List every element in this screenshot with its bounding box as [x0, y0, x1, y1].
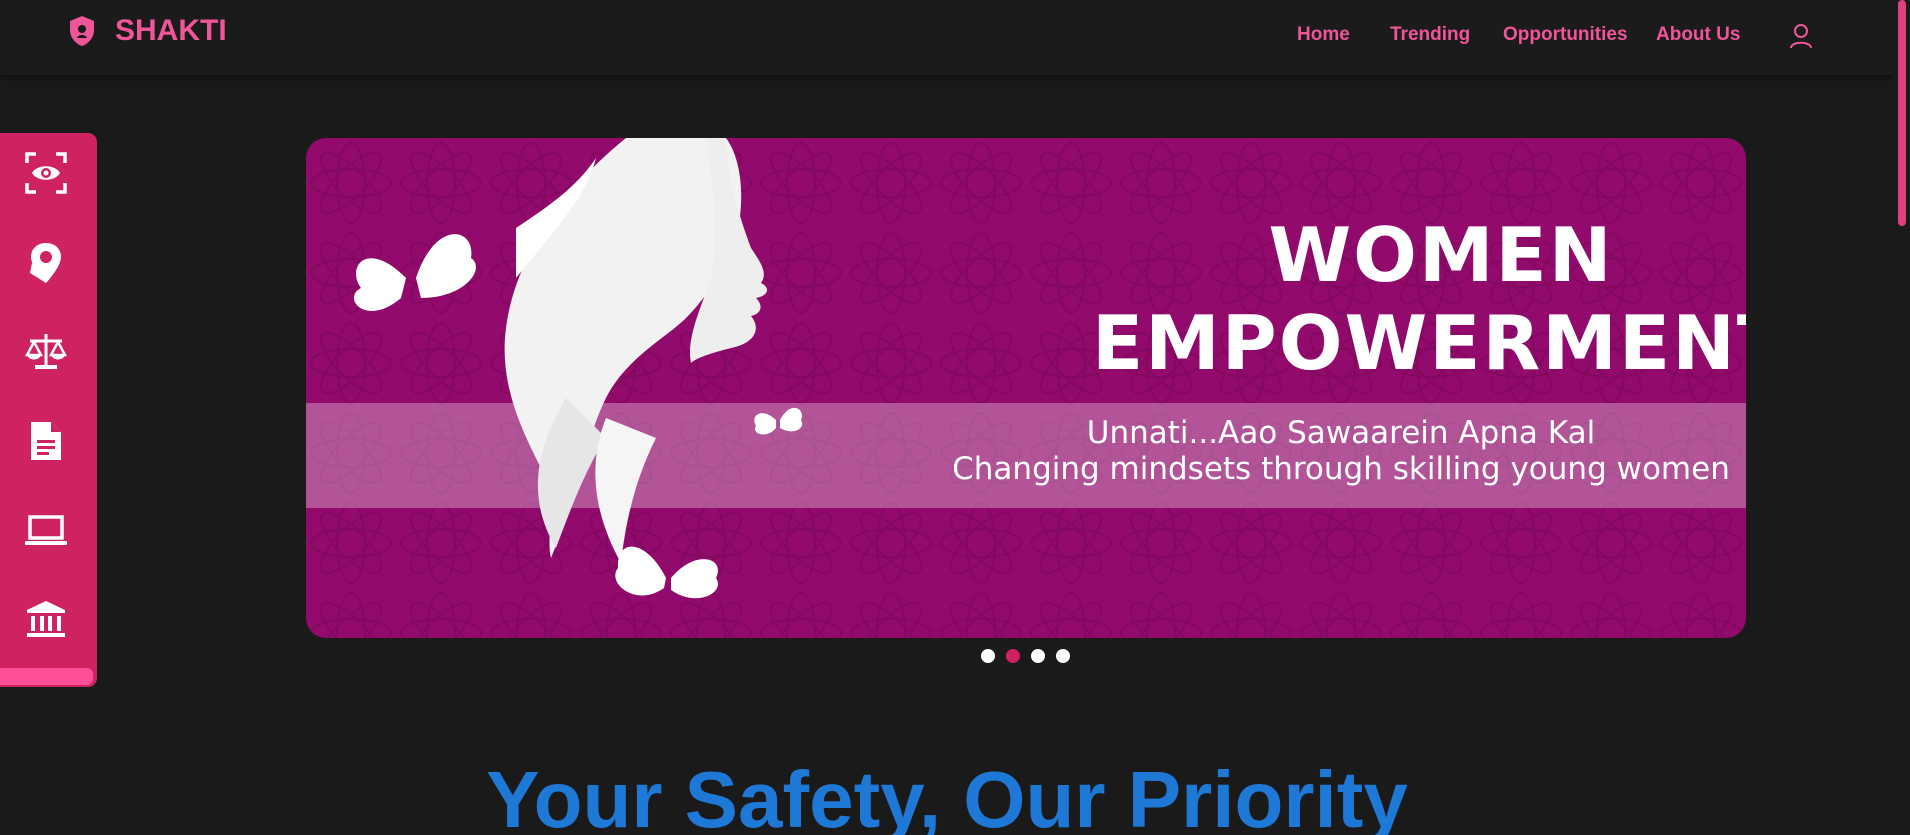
hero-subtitle-line2: Changing mindsets through skilling young… — [952, 451, 1730, 487]
section-heading: Your Safety, Our Priority — [486, 755, 1408, 835]
carousel-dot-1[interactable] — [981, 649, 995, 663]
hero-title-line2: EMPOWERMENT — [1091, 299, 1746, 387]
shield-icon — [70, 16, 94, 46]
scrollbar-thumb[interactable] — [1898, 0, 1906, 226]
scales-icon — [25, 334, 67, 369]
sidebar-item-institution[interactable] — [22, 595, 70, 643]
hero-banner: WOMEN EMPOWERMENT Unnati...Aao Sawaarein… — [306, 138, 1746, 638]
sidebar-footer-bar — [0, 668, 93, 685]
brand[interactable]: SHAKTI — [68, 14, 227, 48]
carousel-dot-4[interactable] — [1056, 649, 1070, 663]
sidebar-item-document[interactable] — [22, 417, 70, 465]
laptop-icon — [25, 515, 67, 545]
nav-trending[interactable]: Trending — [1390, 24, 1470, 46]
carousel-dot-3[interactable] — [1031, 649, 1045, 663]
butterfly-left — [353, 234, 476, 311]
butterfly-bottom — [615, 546, 718, 599]
nav-home[interactable]: Home — [1297, 24, 1350, 46]
institution-icon — [27, 601, 65, 637]
document-icon — [31, 422, 61, 460]
user-icon[interactable] — [1789, 23, 1813, 49]
brand-name: SHAKTI — [115, 14, 227, 47]
sidebar-item-laptop[interactable] — [22, 507, 70, 555]
sidebar-item-location[interactable] — [22, 239, 70, 287]
location-pin-icon — [30, 243, 61, 283]
page-scrollbar[interactable] — [1894, 0, 1910, 835]
nav-about-us[interactable]: About Us — [1656, 24, 1740, 46]
nav-opportunities[interactable]: Opportunities — [1503, 24, 1628, 46]
eye-scan-icon — [25, 152, 67, 194]
hero-subtitle-line1: Unnati...Aao Sawaarein Apna Kal — [1086, 415, 1596, 451]
sidebar — [0, 133, 97, 687]
butterfly-center — [754, 407, 803, 435]
carousel-dot-2[interactable] — [1006, 649, 1020, 663]
navbar: SHAKTI Home Trending Opportunities About… — [0, 0, 1894, 75]
sidebar-item-justice[interactable] — [22, 327, 70, 375]
sidebar-item-eye[interactable] — [22, 149, 70, 197]
hero-title-line1: WOMEN — [1268, 211, 1614, 299]
